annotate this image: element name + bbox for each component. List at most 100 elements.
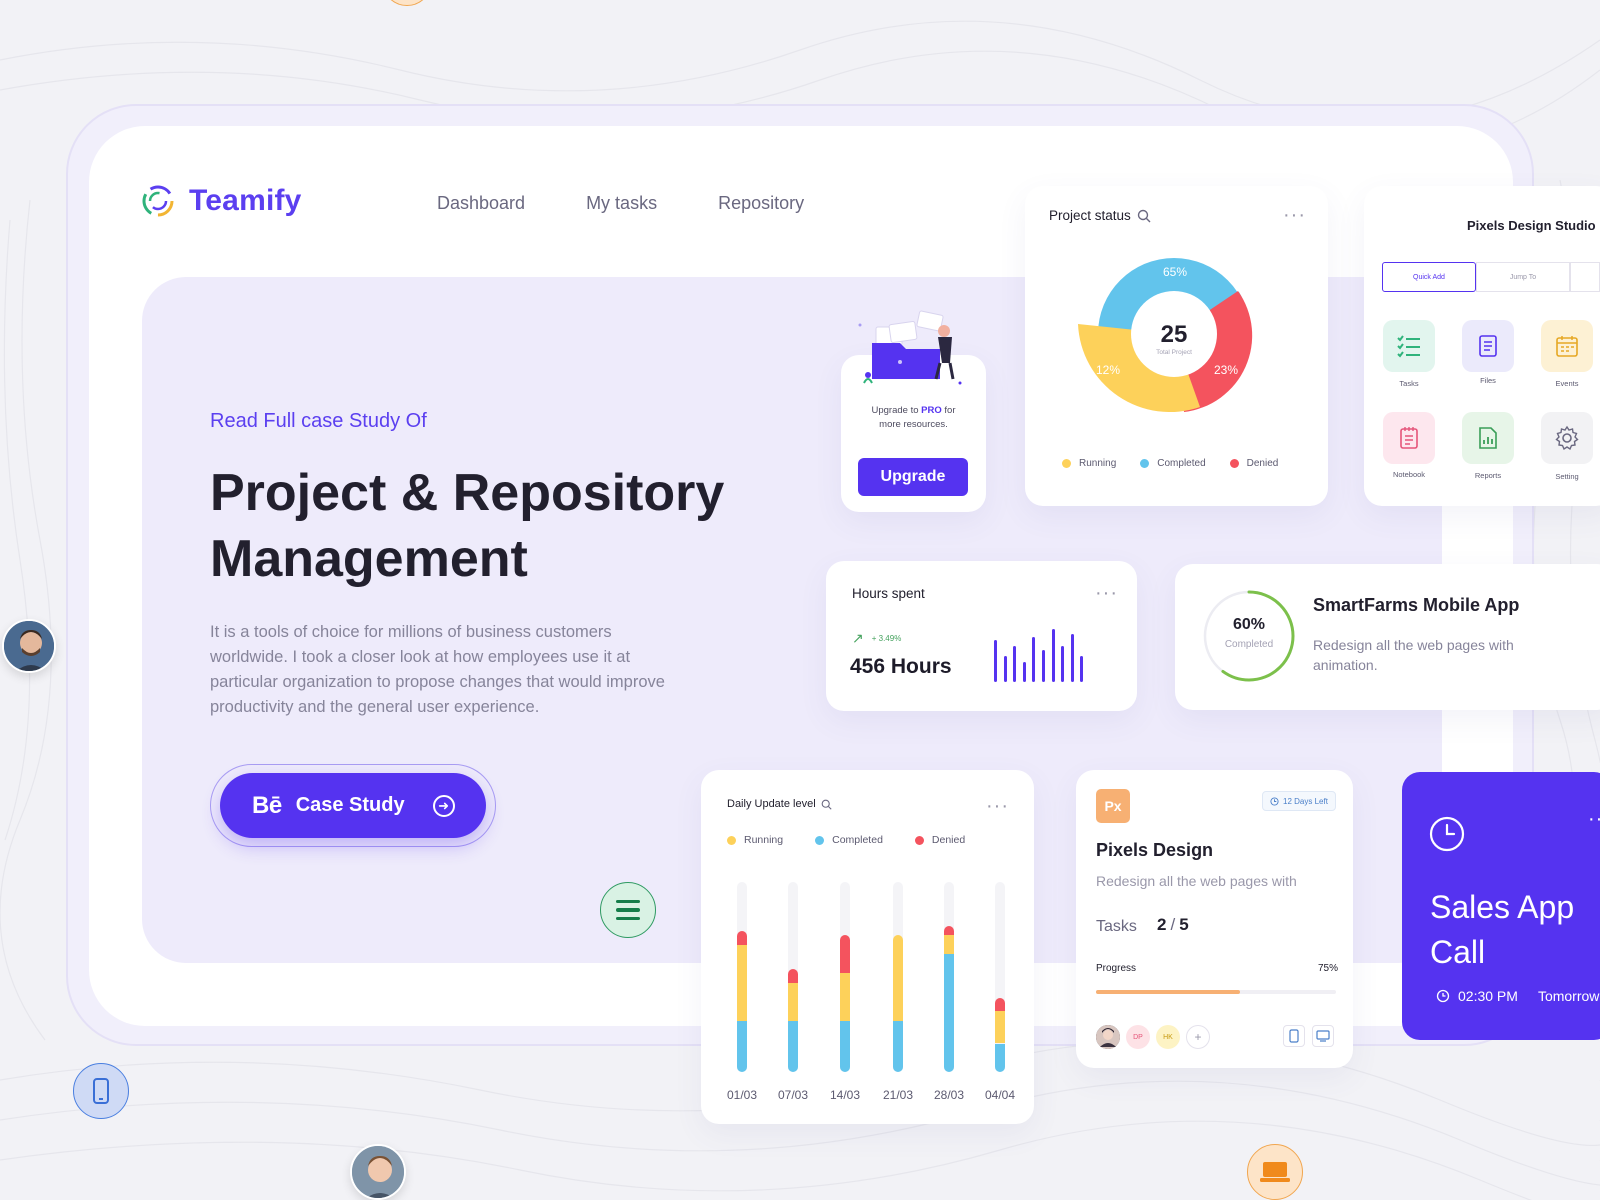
case-study-button[interactable]: Bē Case Study ➜ [220,773,486,838]
progress-label: Progress [1096,963,1137,974]
clock-small-icon [1436,989,1450,1003]
bar-segment-denied [995,997,1005,1012]
smartfarms-title: SmartFarms Mobile App [1313,595,1520,615]
sales-title-line-1: Sales App [1430,889,1575,925]
tile-tasks[interactable] [1383,320,1435,372]
menu-button[interactable] [600,882,656,938]
tab-jump-to[interactable]: Jump To [1476,262,1570,292]
nav-dashboard[interactable]: Dashboard [437,193,525,214]
sales-day: Tomorrow [1537,988,1600,1004]
project-status-label: Project status [1049,208,1131,223]
legend-completed: Completed [815,834,883,846]
avatar[interactable] [1096,1025,1120,1049]
hours-trend: ↗ + 3.49% [852,630,901,647]
hours-bar [1070,634,1074,682]
bar-segment-running [788,982,798,1021]
tasks-count: 2/5 [1157,915,1189,934]
daily-update-label: Daily Update level [727,798,816,810]
legend-denied: Denied [1229,458,1279,469]
legend-label: Denied [1246,458,1279,469]
legend-completed: Completed [1140,458,1206,469]
legend-denied: Denied [914,834,965,846]
sales-time-value: 02:30 PM [1458,988,1518,1004]
upgrade-pro: PRO [921,405,942,416]
tile-setting[interactable] [1541,412,1593,464]
tile-setting-label: Setting [1555,472,1579,481]
add-member-button[interactable]: + [1186,1025,1210,1049]
upgrade-button[interactable]: Upgrade [858,458,968,496]
donut-total: 25 [1161,321,1188,348]
bar-segment-completed [995,1043,1005,1072]
tile-tasks-label: Tasks [1399,379,1419,388]
person-icon [1096,1025,1120,1049]
hours-bar [1042,650,1045,682]
tasks-label: Tasks [1096,918,1137,935]
arrow-right-icon: ➜ [432,794,455,817]
legend-label: Completed [1157,458,1206,469]
person-icon [352,1146,404,1198]
behance-icon: Bē [252,791,282,819]
hours-bar [994,640,997,682]
tile-files[interactable] [1462,320,1514,372]
hero-eyebrow: Read Full case Study Of [210,410,427,432]
pixels-title: Pixels Design [1096,840,1214,860]
days-left-badge: 12 Days Left [1262,791,1336,811]
avatar-dp[interactable]: DP [1126,1025,1150,1049]
calendar-icon [1556,336,1578,357]
upgrade-prefix: Upgrade to [871,405,919,416]
avatar-hk[interactable]: HK [1156,1025,1180,1049]
headline-line-2: Management [210,530,528,588]
tab-quick-add[interactable]: Quick Add [1382,262,1476,292]
studio-tabs: Quick Add Jump To [1382,262,1600,292]
phone-badge [73,1063,129,1119]
trend-up-icon: ↗ [852,630,864,646]
search-icon[interactable] [821,799,832,810]
notebook-icon [1400,427,1418,449]
nav-my-tasks[interactable]: My tasks [586,193,657,214]
more-options-icon[interactable]: ··· [1095,583,1118,603]
hours-title: Hours spent [852,586,925,601]
hours-trend-value: + 3.49% [871,634,902,643]
more-options-icon[interactable]: ··· [986,796,1009,816]
bar-segment-completed [788,1020,798,1072]
file-icon [1479,335,1497,357]
search-icon[interactable] [1137,209,1151,223]
hours-bar [1061,646,1065,682]
more-options-icon[interactable]: ··· [1283,205,1306,225]
avatar-floating-left [2,619,56,673]
gear-icon [1555,425,1579,451]
brand-logo[interactable]: Teamify [141,184,302,218]
bar-segment-running [944,935,954,955]
mobile-device-icon[interactable] [1283,1025,1305,1047]
hours-value: 456 Hours [850,655,952,678]
hours-bar [1003,656,1007,682]
person-icon [4,621,54,671]
main-nav: Dashboard My tasks Repository [437,193,804,214]
more-options-icon[interactable]: ·· [1588,809,1600,829]
case-study-label: Case Study [295,794,405,816]
brand-name: Teamify [189,184,302,217]
tile-events[interactable] [1541,320,1593,372]
tile-notebook[interactable] [1383,412,1435,464]
headline-line-1: Project & Repository [210,464,725,522]
tab-more[interactable] [1570,262,1600,292]
pixels-description: Redesign all the web pages with [1096,873,1297,889]
avatar-floating-bottom [350,1144,406,1200]
progress-fill [1096,990,1240,994]
sales-title-line-2: Call [1430,934,1486,970]
donut-total-label: Total Project [1156,349,1192,356]
smartfarms-description: Redesign all the web pages with animatio… [1313,637,1514,673]
bar-segment-running [840,973,850,1021]
project-status-donut: 25 Total Project 65% 23% 12% [1078,258,1253,413]
tile-reports[interactable] [1462,412,1514,464]
bar-segment-running [893,935,903,1021]
tasks-total: 5 [1179,915,1189,934]
nav-repository[interactable]: Repository [718,193,804,214]
donut-running-label: 12% [1096,363,1120,377]
x-tick-label: 14/03 [829,1088,861,1102]
menu-line [616,916,640,921]
smartfarms-percent: 60% [1232,616,1266,633]
desktop-device-icon[interactable] [1312,1025,1334,1047]
smartfarms-percent-label: Completed [1224,639,1274,650]
bar-segment-completed [840,1020,850,1072]
